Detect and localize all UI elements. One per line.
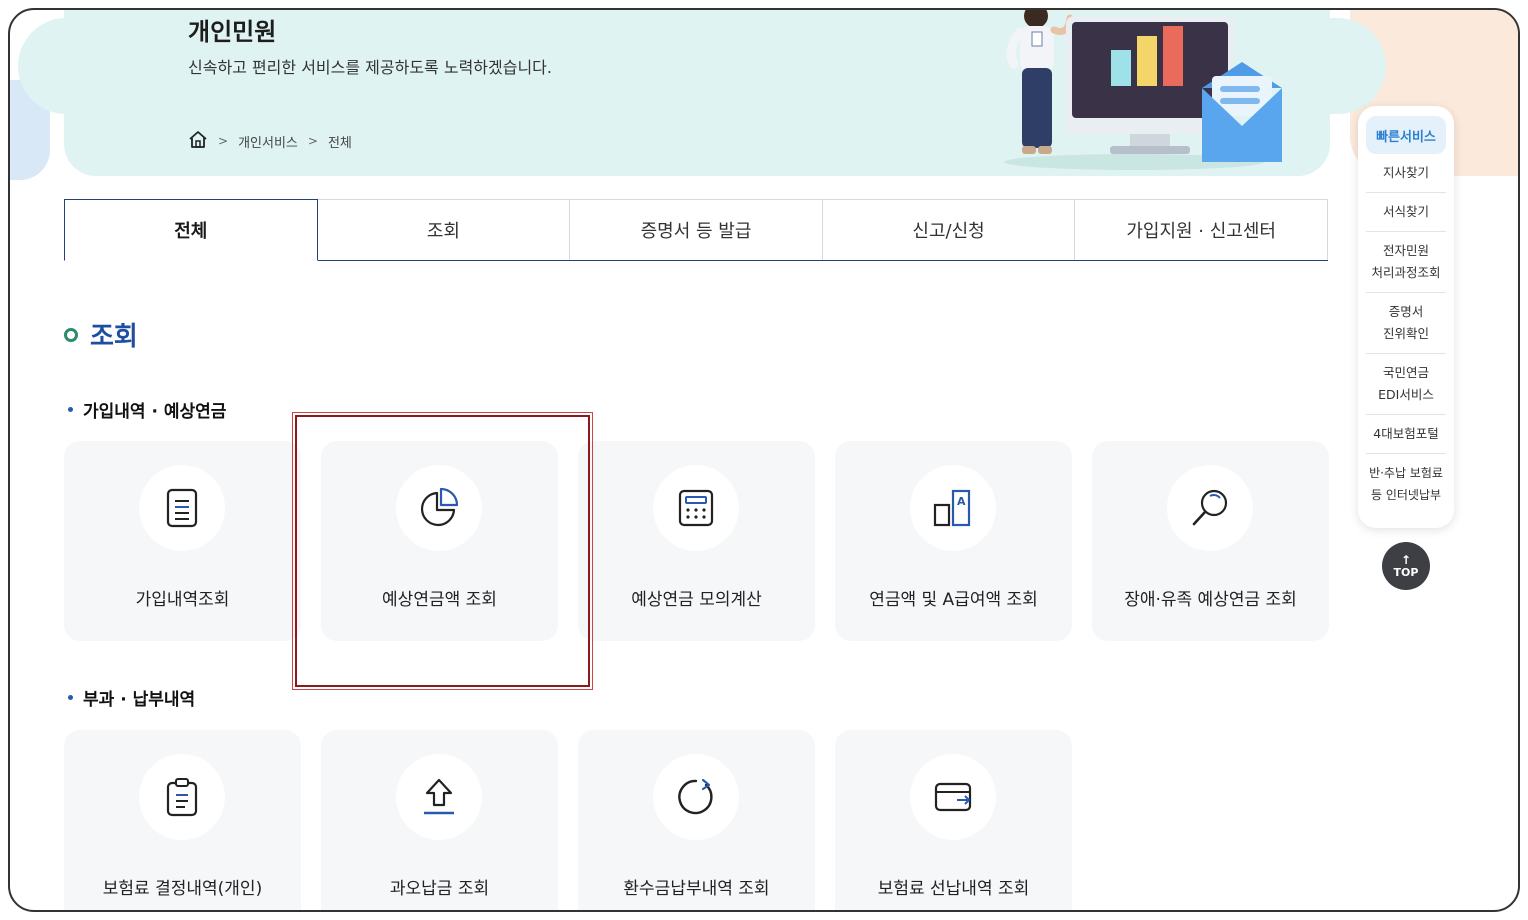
quick-item-e-petition-status[interactable]: 전자민원 처리과정조회	[1366, 232, 1446, 293]
card-refund-payment[interactable]: 환수금납부내역 조회	[578, 730, 815, 910]
arrow-up-icon: ↑	[1400, 552, 1412, 567]
card-label: 가입내역조회	[135, 590, 230, 610]
card-expected-pension[interactable]: 예상연금액 조회	[321, 441, 558, 641]
quick-item-branch-finder[interactable]: 지사찾기	[1366, 154, 1446, 193]
quick-item-4-insurance-portal[interactable]: 4대보험포털	[1366, 415, 1446, 454]
breadcrumb-separator: >	[307, 134, 318, 148]
magnifier-icon	[1167, 465, 1253, 551]
header-banner: 개인민원 신속하고 편리한 서비스를 제공하도록 노력하겠습니다. > 개인서비…	[64, 10, 1330, 176]
home-icon[interactable]	[188, 130, 208, 152]
clipboard-icon	[139, 754, 225, 840]
refresh-icon	[653, 754, 739, 840]
section-title: 조회	[64, 316, 138, 353]
tab-subscription-support[interactable]: 가입지원 · 신고센터	[1075, 199, 1328, 260]
card-label: 보험료 결정내역(개인)	[102, 879, 263, 899]
svg-text:A: A	[957, 495, 966, 508]
page-subtitle: 신속하고 편리한 서비스를 제공하도록 노력하겠습니다.	[188, 58, 552, 77]
upload-arrow-icon	[396, 754, 482, 840]
a-benefit-icon: A	[910, 465, 996, 551]
breadcrumb-item-personal-service[interactable]: 개인서비스	[238, 132, 298, 151]
tab-report-application[interactable]: 신고/신청	[822, 199, 1076, 260]
breadcrumb: > 개인서비스 > 전체	[188, 130, 352, 152]
pie-chart-icon	[396, 465, 482, 551]
quick-menu-title[interactable]: 빠른서비스	[1366, 116, 1446, 154]
tab-all[interactable]: 전체	[64, 199, 318, 261]
browser-frame: 개인민원 신속하고 편리한 서비스를 제공하도록 노력하겠습니다. > 개인서비…	[8, 8, 1520, 912]
card-label: 연금액 및 A급여액 조회	[869, 590, 1038, 610]
card-label: 장애·유족 예상연금 조회	[1124, 590, 1297, 610]
card-disability-survivor-pension[interactable]: 장애·유족 예상연금 조회	[1092, 441, 1329, 641]
card-prepayment[interactable]: 보험료 선납내역 조회	[835, 730, 1072, 910]
category-tabs: 전체 조회 증명서 등 발급 신고/신청 가입지원 · 신고센터	[64, 199, 1328, 261]
quick-item-form-finder[interactable]: 서식찾기	[1366, 193, 1446, 232]
group-heading-text: 부과 · 납부내역	[83, 690, 196, 710]
banner-illustration	[1004, 10, 1282, 170]
section-title-text: 조회	[90, 322, 138, 352]
card-pension-simulation[interactable]: 예상연금 모의계산	[578, 441, 815, 641]
wallet-icon	[910, 754, 996, 840]
card-label: 예상연금액 조회	[382, 590, 497, 610]
quick-item-internet-payment[interactable]: 반·추납 보험료 등 인터넷납부	[1366, 454, 1446, 514]
card-premium-decision[interactable]: 보험료 결정내역(개인)	[64, 730, 301, 910]
quick-item-certificate-verify[interactable]: 증명서 진위확인	[1366, 293, 1446, 354]
card-subscription-history[interactable]: 가입내역조회	[64, 441, 301, 641]
document-list-icon	[139, 465, 225, 551]
breadcrumb-separator: >	[218, 134, 229, 148]
card-pension-a-benefit[interactable]: A 연금액 및 A급여액 조회	[835, 441, 1072, 641]
scroll-top-button[interactable]: ↑ TOP	[1382, 542, 1430, 590]
dot-bullet-icon	[68, 695, 73, 700]
card-overpayment[interactable]: 과오납금 조회	[321, 730, 558, 910]
breadcrumb-item-all[interactable]: 전체	[328, 132, 352, 151]
page-title: 개인민원	[188, 18, 277, 46]
group-heading-billing: 부과 · 납부내역	[68, 685, 195, 710]
card-label: 과오납금 조회	[389, 879, 490, 899]
group-heading-text: 가입내역 · 예상연금	[83, 402, 227, 422]
top-label: TOP	[1393, 565, 1419, 579]
calculator-icon	[653, 465, 739, 551]
dot-bullet-icon	[68, 407, 73, 412]
tab-inquiry[interactable]: 조회	[317, 199, 571, 260]
group-heading-subscription: 가입내역 · 예상연금	[68, 397, 226, 422]
ring-bullet-icon	[64, 327, 78, 342]
quick-item-edi-service[interactable]: 국민연금 EDI서비스	[1366, 354, 1446, 415]
card-label: 환수금납부내역 조회	[623, 879, 770, 899]
tab-certificate-issuance[interactable]: 증명서 등 발급	[570, 199, 823, 260]
card-label: 보험료 선납내역 조회	[877, 879, 1030, 899]
quick-service-menu: 빠른서비스 지사찾기 서식찾기 전자민원 처리과정조회 증명서 진위확인 국민연…	[1358, 106, 1454, 528]
card-label: 예상연금 모의계산	[631, 590, 762, 610]
